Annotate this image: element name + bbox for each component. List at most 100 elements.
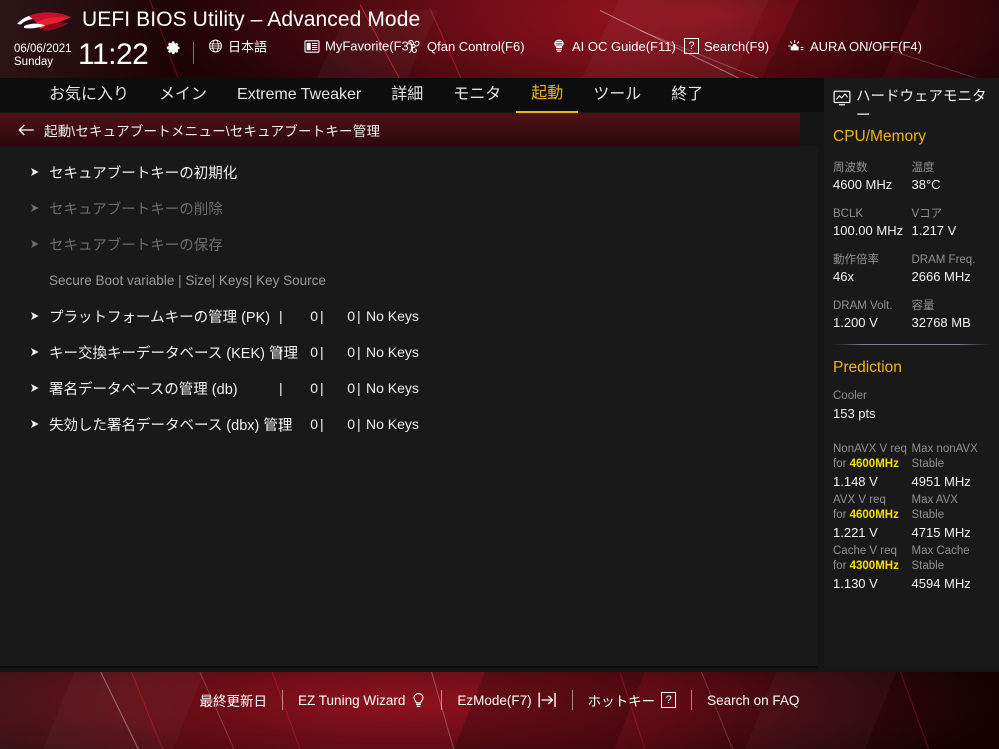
question-icon: ? (684, 38, 699, 54)
submenu-arrow-icon (30, 419, 39, 429)
prediction-right: Max nonAVX Stable 4951 MHz (912, 442, 991, 491)
stat-value: 2666 MHz (911, 269, 971, 284)
prediction-row: NonAVX V req for 4600MHz 1.148 V Max non… (833, 442, 990, 491)
menu-item-kek-management[interactable]: キー交換キーデータベース (KEK) 管理 | 0 | 0 | No Keys (0, 334, 818, 370)
menu-item-label: セキュアブートキーの保存 (49, 237, 223, 254)
tab-exit[interactable]: 終了 (656, 78, 718, 112)
stat-label: DRAM Freq. (911, 254, 976, 266)
col-sep: | (279, 380, 283, 396)
prediction-avx: AVX V req for 4600MHz 1.221 V Max AVX St… (824, 493, 999, 542)
col-key-source: No Keys (366, 344, 419, 360)
prediction-frequency: 4600MHz (849, 458, 899, 470)
footer-decor (269, 672, 309, 749)
prediction-cache: Cache V req for 4300MHz 1.130 V Max Cach… (824, 544, 999, 593)
exit-arrow-icon (538, 692, 556, 708)
clock-text: 11:22 (78, 38, 149, 71)
header-divider (193, 42, 194, 64)
ai-oc-guide-label: AI OC Guide(F11) (572, 38, 676, 54)
menu-item-label: キー交換キーデータベース (KEK) 管理 (49, 345, 299, 362)
list-icon (304, 39, 320, 53)
cooler-label: Cooler (833, 390, 867, 402)
col-sep: | (279, 308, 283, 324)
columns-header-label: Secure Boot variable | Size| Keys| Key S… (49, 272, 326, 288)
ezmode-button[interactable]: EzMode(F7) (442, 692, 571, 708)
hotkeys-button[interactable]: ホットキー ? (573, 690, 692, 710)
stat-ratio: 動作倍率 46x (833, 252, 912, 285)
search-on-faq-label: Search on FAQ (707, 692, 800, 708)
rog-logo (17, 12, 71, 31)
col-key-source: No Keys (366, 308, 419, 324)
prediction-label: AVX V req (833, 494, 886, 506)
submenu-arrow-icon (30, 167, 39, 177)
stat-label: 周波数 (833, 162, 868, 174)
prediction-sublabel: Stable (911, 560, 945, 572)
footer-actions: 最終更新日 EZ Tuning Wizard EzMode(F7) ホットキー … (0, 690, 999, 710)
fan-icon (408, 40, 420, 53)
submenu-arrow-icon (30, 311, 39, 321)
tab-boot[interactable]: 起動 (516, 77, 579, 113)
arrow-left-icon[interactable] (18, 123, 34, 137)
settings-menu: セキュアブートキーの初期化 セキュアブートキーの削除 セキュアブートキーの保存 … (0, 154, 818, 442)
footer-decor (452, 672, 648, 749)
search-button[interactable]: ? Search(F9) (684, 38, 769, 54)
menu-item-db-management[interactable]: 署名データベースの管理 (db) | 0 | 0 | No Keys (0, 370, 818, 406)
language-button[interactable]: 日本語 (208, 37, 267, 56)
prediction-value: 4594 MHz (911, 576, 971, 591)
prediction-label: Max nonAVX (911, 443, 978, 455)
tab-favorites[interactable]: お気に入り (34, 78, 144, 112)
footer-decor (42, 672, 208, 749)
submenu-arrow-icon (30, 347, 39, 357)
col-size: 0 (310, 344, 318, 360)
tab-tool[interactable]: ツール (578, 78, 656, 112)
col-key-source: No Keys (366, 416, 419, 432)
sidebar-divider (833, 344, 990, 345)
col-sep: | (279, 416, 283, 432)
stat-bclk: BCLK 100.00 MHz (833, 206, 912, 239)
stat-row: 周波数 4600 MHz 温度 38°C (833, 160, 990, 193)
menu-item-save-secure-boot-keys[interactable]: セキュアブートキーの保存 (0, 226, 818, 262)
app-title: UEFI BIOS Utility – Advanced Mode (82, 8, 421, 31)
hardware-monitor-header: ハードウェアモニター (824, 88, 999, 126)
myfavorite-button[interactable]: MyFavorite(F3) (304, 39, 413, 54)
menu-item-clear-secure-boot-keys[interactable]: セキュアブートキーの削除 (0, 190, 818, 226)
menu-item-label: セキュアブートキーの削除 (49, 201, 223, 218)
prediction-for-text: for (833, 458, 850, 470)
last-modified-button[interactable]: 最終更新日 (185, 690, 283, 710)
aura-toggle-button[interactable]: AURA ON/OFF(F4) (787, 38, 922, 54)
col-keys: 0 (347, 416, 355, 432)
footer-bar: 最終更新日 EZ Tuning Wizard EzMode(F7) ホットキー … (0, 672, 999, 749)
aura-label: AURA ON/OFF(F4) (810, 38, 922, 54)
columns-header-row: Secure Boot variable | Size| Keys| Key S… (0, 262, 818, 298)
stat-label: DRAM Volt. (833, 300, 893, 312)
gear-icon[interactable] (166, 40, 182, 56)
header-bar: UEFI BIOS Utility – Advanced Mode 06/06/… (0, 0, 999, 78)
prediction-for-text: for (833, 509, 850, 521)
prediction-row: AVX V req for 4600MHz 1.221 V Max AVX St… (833, 493, 990, 542)
prediction-sublabel: Stable (911, 458, 945, 470)
col-sep: | (357, 416, 361, 432)
stat-capacity: 容量 32768 MB (912, 298, 991, 331)
menu-item-install-default-keys[interactable]: セキュアブートキーの初期化 (0, 154, 818, 190)
tab-monitor[interactable]: モニタ (438, 78, 516, 112)
hotkeys-label: ホットキー (587, 694, 656, 709)
prediction-frequency: 4300MHz (849, 560, 899, 572)
stat-frequency: 周波数 4600 MHz (833, 160, 912, 193)
breadcrumb: 起動\セキュアブートメニュー\セキュアブートキー管理 (0, 113, 800, 146)
stat-label: Vコア (911, 208, 943, 220)
footer-decor (699, 672, 742, 749)
menu-item-pk-management[interactable]: プラットフォームキーの管理 (PK) | 0 | 0 | No Keys (0, 298, 818, 334)
tab-extreme-tweaker[interactable]: Extreme Tweaker (222, 78, 376, 112)
stat-label: BCLK (833, 208, 864, 220)
submenu-arrow-icon (30, 239, 39, 249)
tab-advanced[interactable]: 詳細 (376, 78, 438, 112)
menu-item-dbx-management[interactable]: 失効した署名データベース (dbx) 管理 | 0 | 0 | No Keys (0, 406, 818, 442)
menu-item-label: 失効した署名データベース (dbx) 管理 (49, 417, 293, 434)
search-on-faq-button[interactable]: Search on FAQ (692, 693, 814, 708)
search-label: Search(F9) (704, 38, 770, 54)
ez-tuning-wizard-button[interactable]: EZ Tuning Wizard (283, 692, 441, 709)
stat-row: BCLK 100.00 MHz Vコア 1.217 V (833, 206, 990, 239)
ai-oc-guide-button[interactable]: AI OC Guide(F11) (551, 38, 676, 54)
col-sep: | (320, 308, 324, 324)
tab-main[interactable]: メイン (144, 78, 222, 112)
qfan-control-button[interactable]: Qfan Control(F6) (405, 38, 525, 54)
